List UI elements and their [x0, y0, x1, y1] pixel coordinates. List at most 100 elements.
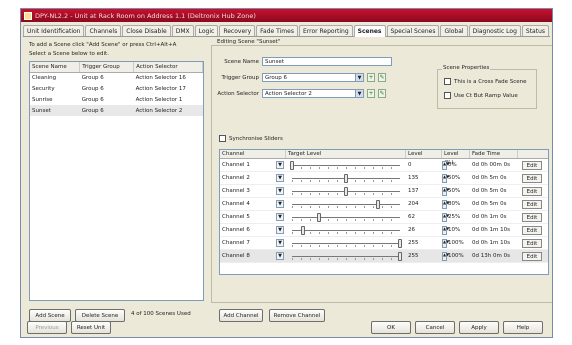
help-button[interactable]: Help: [503, 321, 543, 334]
slider-thumb[interactable]: [317, 212, 321, 222]
target-level-slider[interactable]: [286, 172, 406, 185]
spinner-icon[interactable]: ▲▼: [442, 199, 449, 209]
channel-dropdown[interactable]: ▼: [276, 161, 286, 169]
scene-row[interactable]: Sunset Group 6 Action Selector 2: [30, 105, 203, 116]
spinner-icon[interactable]: ▲▼: [442, 225, 449, 235]
edit-icon[interactable]: ✎: [378, 73, 386, 82]
channel-dropdown[interactable]: ▼: [276, 226, 286, 234]
channel-level[interactable]: 255: [406, 253, 442, 259]
target-level-slider[interactable]: [286, 211, 406, 224]
edit-fade-button[interactable]: Edit: [521, 238, 543, 248]
scene-row[interactable]: Cleaning Group 6 Action Selector 16: [30, 72, 203, 83]
chevron-down-icon[interactable]: ▼: [355, 90, 363, 97]
chevron-down-icon[interactable]: ▼: [276, 239, 284, 247]
tab-diagnostic-log[interactable]: Diagnostic Log: [468, 25, 521, 36]
slider-thumb[interactable]: [344, 173, 348, 183]
chevron-down-icon[interactable]: ▼: [276, 161, 284, 169]
target-level-slider[interactable]: [286, 159, 406, 172]
apply-button[interactable]: Apply: [459, 321, 499, 334]
channel-row[interactable]: Channel 1 ▼ 0 ▲▼ 0% 0d 0h 00m 0s Edit: [220, 159, 548, 172]
target-level-slider[interactable]: [286, 224, 406, 237]
channel-level[interactable]: 135: [406, 175, 442, 181]
chevron-down-icon[interactable]: ▼: [276, 174, 284, 182]
slider-thumb[interactable]: [290, 160, 294, 170]
col-channel[interactable]: Channel: [220, 150, 286, 158]
chevron-down-icon[interactable]: ▼: [276, 226, 284, 234]
trigger-group-select[interactable]: Group 6 ▼: [262, 73, 364, 82]
chevron-down-icon[interactable]: ▼: [276, 200, 284, 208]
remove-channel-button[interactable]: Remove Channel: [269, 309, 325, 322]
ramp-value-checkbox[interactable]: Use Ct But Ramp Value: [444, 92, 518, 99]
channel-dropdown[interactable]: ▼: [276, 213, 286, 221]
slider-thumb[interactable]: [344, 186, 348, 196]
edit-fade-button[interactable]: Edit: [521, 251, 543, 261]
col-target-level[interactable]: Target Level: [286, 150, 406, 158]
col-trigger-group[interactable]: Trigger Group: [79, 62, 135, 73]
channel-row[interactable]: Channel 4 ▼ 204 ▲▼ 80% 0d 0h 5m 0s Edit: [220, 198, 548, 211]
tab-fade-times[interactable]: Fade Times: [256, 25, 298, 36]
ok-button[interactable]: OK: [371, 321, 411, 334]
cross-fade-checkbox[interactable]: This is a Cross Fade Scene: [444, 78, 527, 85]
channel-level[interactable]: 62: [406, 214, 442, 220]
synchronise-sliders-checkbox[interactable]: Synchronise Sliders: [219, 135, 283, 142]
edit-fade-button[interactable]: Edit: [521, 225, 543, 235]
slider-thumb[interactable]: [300, 225, 305, 235]
spinner-icon[interactable]: ▲▼: [442, 160, 449, 170]
tab-global[interactable]: Global: [440, 25, 468, 36]
channel-row[interactable]: Channel 5 ▼ 62 ▲▼ 25% 0d 0h 1m 0s Edit: [220, 211, 548, 224]
scene-list[interactable]: Scene Name Trigger Group Action Selector…: [29, 61, 204, 301]
channel-dropdown[interactable]: ▼: [276, 239, 286, 247]
channel-level[interactable]: 137: [406, 188, 442, 194]
scene-row[interactable]: Sunrise Group 6 Action Selector 1: [30, 94, 203, 105]
col-action-selector[interactable]: Action Selector: [133, 62, 203, 73]
target-level-slider[interactable]: [286, 198, 406, 211]
cancel-button[interactable]: Cancel: [415, 321, 455, 334]
channel-row[interactable]: Channel 3 ▼ 137 ▲▼ 50% 0d 0h 5m 0s Edit: [220, 185, 548, 198]
tab-status[interactable]: Status: [521, 25, 550, 36]
checkbox-box[interactable]: [444, 78, 451, 85]
add-icon[interactable]: +: [367, 89, 375, 98]
slider-thumb[interactable]: [398, 251, 402, 261]
add-channel-button[interactable]: Add Channel: [219, 309, 263, 322]
tab-logic[interactable]: Logic: [194, 25, 219, 36]
chevron-down-icon[interactable]: ▼: [276, 187, 284, 195]
edit-fade-button[interactable]: Edit: [521, 186, 543, 196]
tab-special-scenes[interactable]: Special Scenes: [386, 25, 440, 36]
previous-unit-button[interactable]: Previous: [27, 321, 67, 334]
channel-dropdown[interactable]: ▼: [276, 174, 286, 182]
col-level-pct[interactable]: Level (%): [442, 150, 470, 166]
tab-channels[interactable]: Channels: [85, 25, 122, 36]
edit-fade-button[interactable]: Edit: [521, 199, 543, 209]
channel-row[interactable]: Channel 8 ▼ 255 ▲▼ 100% 0d 13h 0m 0s Edit: [220, 250, 548, 263]
target-level-slider[interactable]: [286, 250, 406, 263]
channel-grid[interactable]: Channel Target Level Level Level (%) Fad…: [219, 149, 549, 275]
spinner-icon[interactable]: ▲▼: [442, 251, 449, 261]
chevron-down-icon[interactable]: ▼: [355, 74, 363, 81]
scene-name-input[interactable]: Sunset: [262, 57, 392, 66]
channel-row[interactable]: Channel 6 ▼ 26 ▲▼ 10% 0d 0h 1m 10s Edit: [220, 224, 548, 237]
channel-row[interactable]: Channel 7 ▼ 255 ▲▼ 100% 0d 0h 1m 10s Edit: [220, 237, 548, 250]
tab-error-reporting[interactable]: Error Reporting: [298, 25, 353, 36]
col-scene-name[interactable]: Scene Name: [30, 62, 81, 73]
slider-thumb[interactable]: [376, 199, 381, 209]
title-bar[interactable]: DPY-NL2.2 - Unit at Rack Room on Address…: [21, 9, 552, 22]
spinner-icon[interactable]: ▲▼: [442, 186, 449, 196]
tab-recovery[interactable]: Recovery: [219, 25, 256, 36]
spinner-icon[interactable]: ▲▼: [442, 212, 449, 222]
channel-level[interactable]: 255: [406, 240, 442, 246]
tab-unit-identification[interactable]: Unit Identification: [23, 25, 85, 36]
target-level-slider[interactable]: [286, 237, 406, 250]
edit-icon[interactable]: ✎: [378, 89, 386, 98]
chevron-down-icon[interactable]: ▼: [276, 252, 284, 260]
target-level-slider[interactable]: [286, 185, 406, 198]
channel-level[interactable]: 204: [406, 201, 442, 207]
channel-dropdown[interactable]: ▼: [276, 252, 286, 260]
scene-row[interactable]: Security Group 6 Action Selector 17: [30, 83, 203, 94]
channel-dropdown[interactable]: ▼: [276, 187, 286, 195]
reset-unit-button[interactable]: Reset Unit: [71, 321, 111, 334]
chevron-down-icon[interactable]: ▼: [276, 213, 284, 221]
channel-row[interactable]: Channel 2 ▼ 135 ▲▼ 50% 0d 0h 5m 0s Edit: [220, 172, 548, 185]
edit-fade-button[interactable]: Edit: [521, 212, 543, 222]
checkbox-box[interactable]: [444, 92, 451, 99]
channel-level[interactable]: 0: [406, 162, 442, 168]
